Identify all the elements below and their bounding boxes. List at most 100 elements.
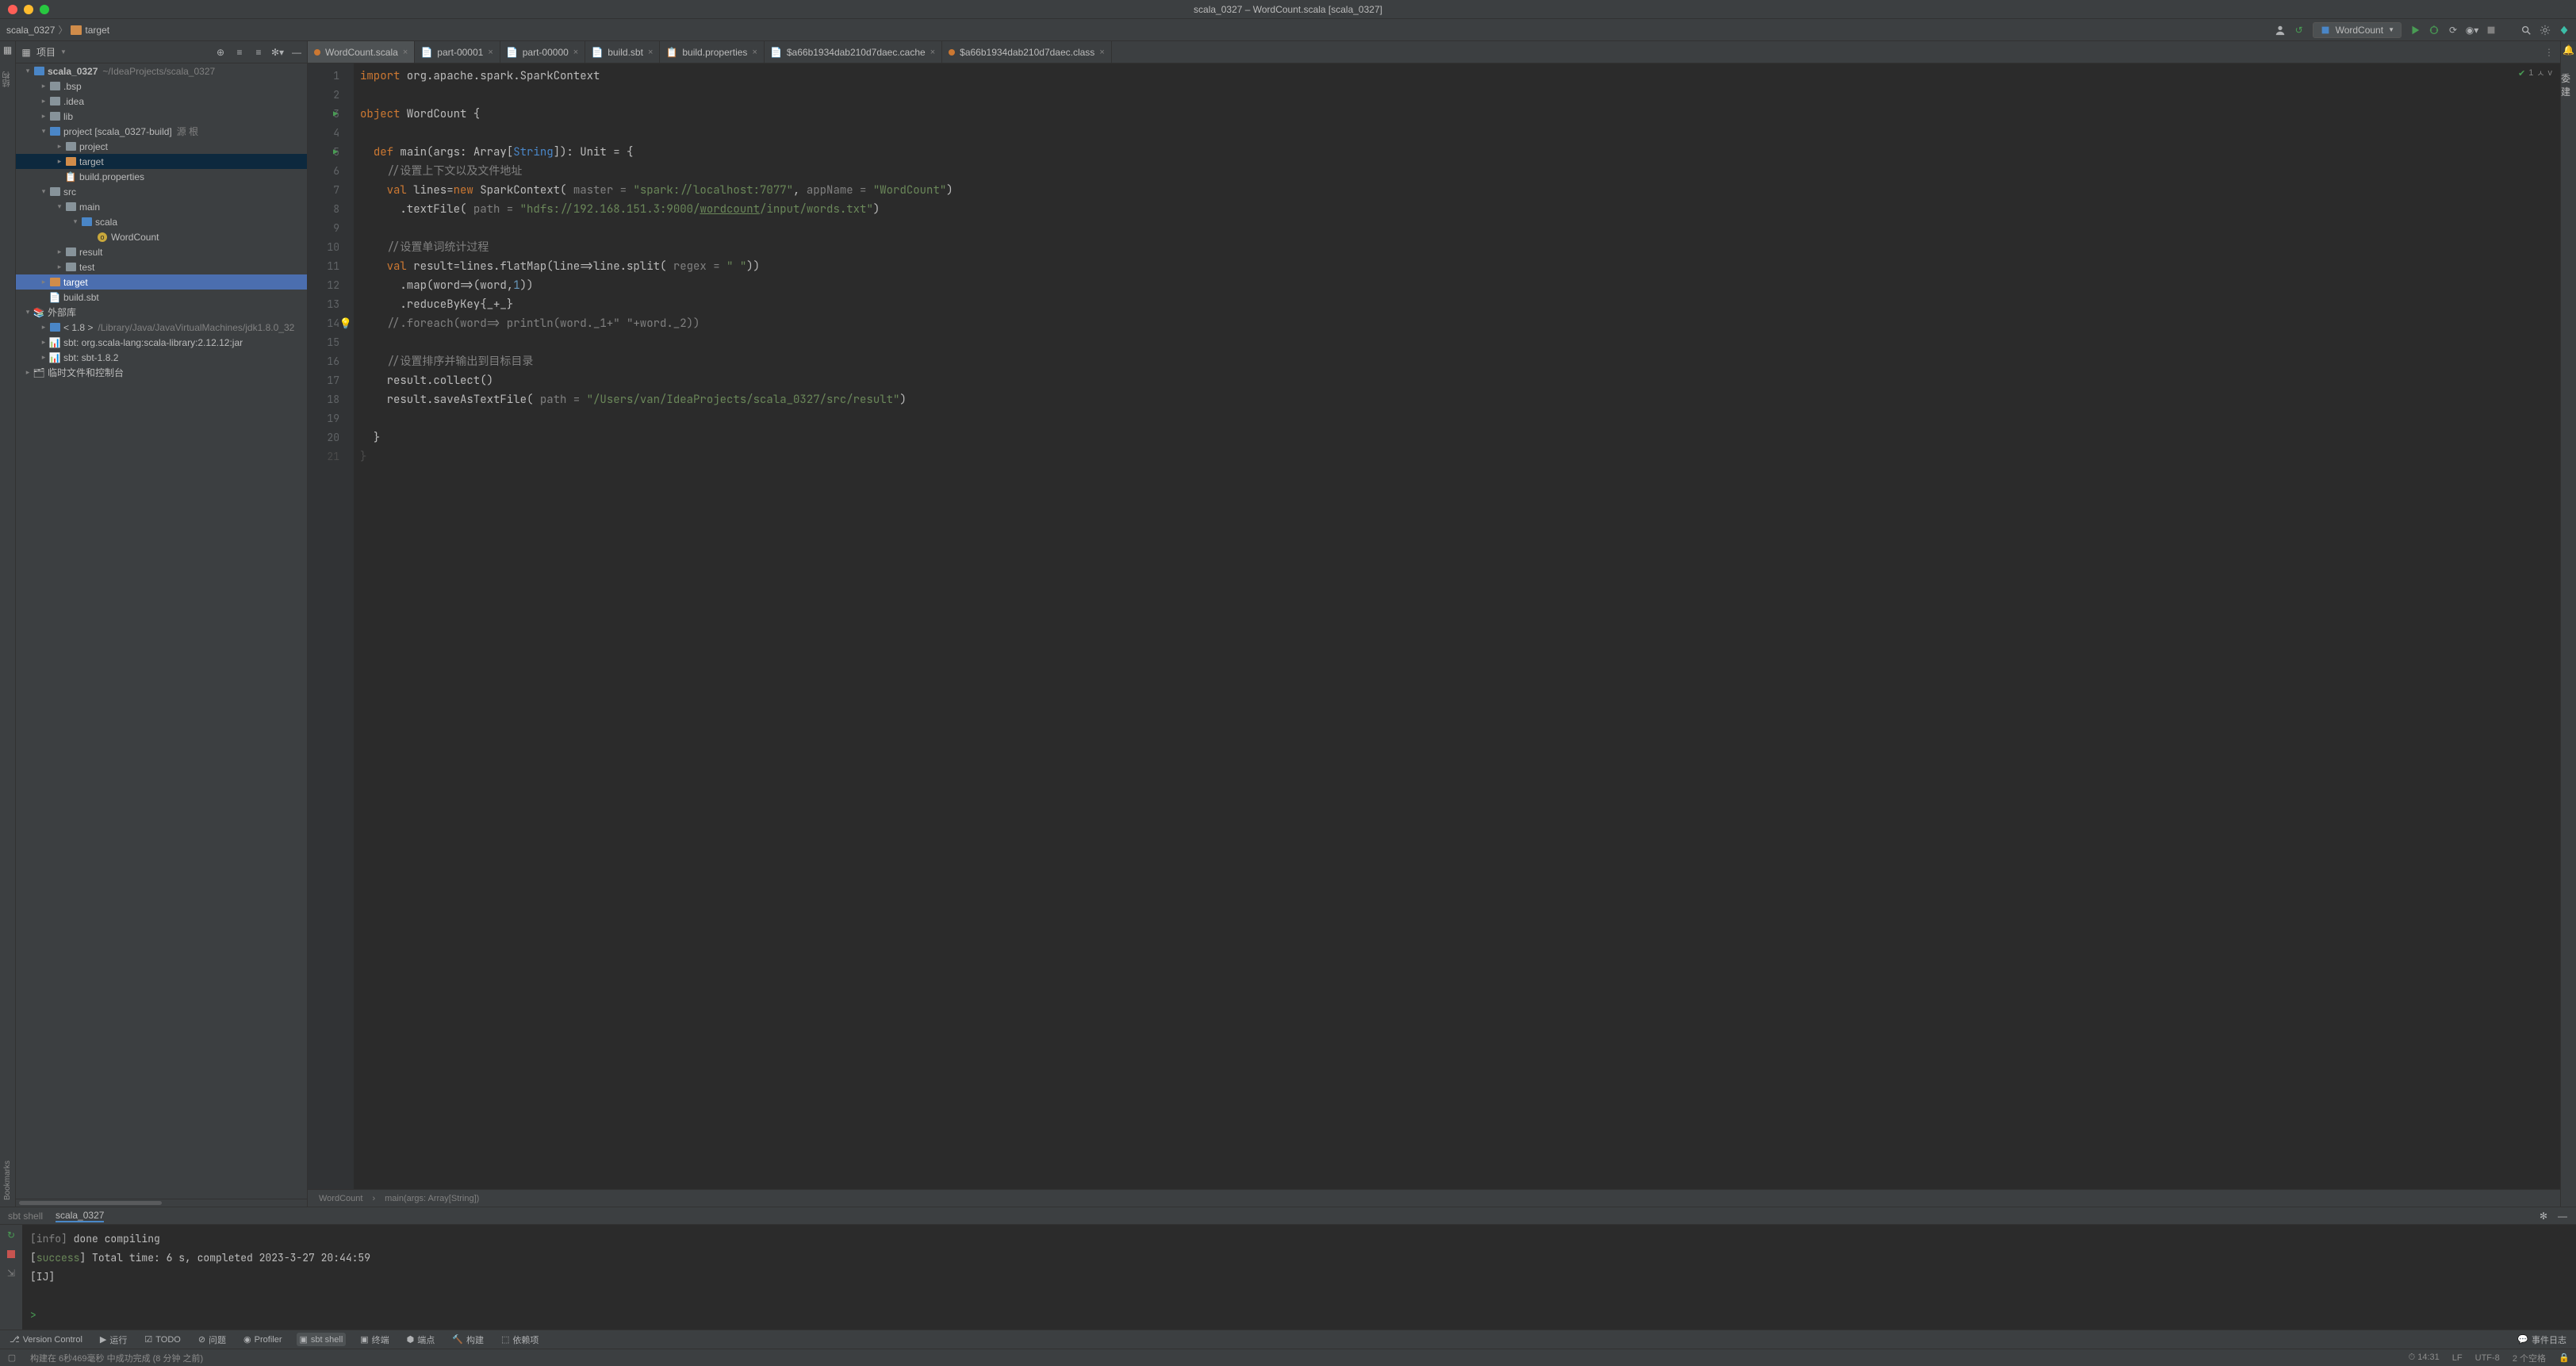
project-stripe-icon[interactable]: ▦	[2, 44, 13, 56]
tree-item-jdk[interactable]: ▸< 1.8 >/Library/Java/JavaVirtualMachine…	[16, 320, 307, 335]
close-icon[interactable]: ×	[648, 48, 653, 57]
eventlog-button[interactable]: 💬事件日志	[2514, 1332, 2570, 1348]
endpoints-button[interactable]: ⬢端点	[404, 1332, 439, 1348]
console-settings-icon[interactable]: ✻	[2538, 1211, 2549, 1222]
tree-item-buildsbt[interactable]: 📄build.sbt	[16, 290, 307, 305]
tree-item-src[interactable]: ▾src	[16, 184, 307, 199]
notifications-icon[interactable]: 🔔	[2563, 44, 2574, 56]
tree-item-lib[interactable]: ▸lib	[16, 109, 307, 124]
crumb-method[interactable]: main(args: Array[String])	[385, 1194, 479, 1203]
expand-all-icon[interactable]: ≡	[234, 47, 245, 58]
tree-item-extlib[interactable]: ▾📚外部库	[16, 305, 307, 320]
tree-item-buildprops[interactable]: 📋build.properties	[16, 169, 307, 184]
chevron-down-icon[interactable]: ▼	[60, 48, 67, 56]
status-encoding[interactable]: UTF-8	[2475, 1353, 2500, 1363]
run-button[interactable]	[2409, 25, 2421, 36]
close-icon[interactable]: ×	[488, 48, 493, 57]
project-tree[interactable]: ▾ scala_0327 ~/IdeaProjects/scala_0327 ▸…	[16, 63, 307, 1199]
close-icon[interactable]: ×	[573, 48, 578, 57]
build-icon[interactable]: ↺	[2294, 25, 2305, 36]
editor-tab-cache[interactable]: 📄$a66b1934dab210d7daec.cache×	[765, 41, 942, 63]
status-indent[interactable]: 2 个空格	[2513, 1352, 2546, 1364]
editor-tab-class[interactable]: $a66b1934dab210d7daec.class×	[942, 41, 1112, 63]
status-icon[interactable]: ▢	[6, 1353, 17, 1364]
close-icon[interactable]: ×	[930, 48, 935, 57]
editor-gutter[interactable]: 12 3▶ 4 5▶ 678910111213 14💡 151617181920…	[308, 63, 354, 1189]
code-editor[interactable]: import org.apache.spark.SparkContext obj…	[354, 63, 2560, 1189]
editor-tab-part0[interactable]: 📄part-00000×	[500, 41, 585, 63]
collapse-all-icon[interactable]: ≡	[253, 47, 264, 58]
tree-item-target-sub[interactable]: ▸target	[16, 154, 307, 169]
editor-tab-buildsbt[interactable]: 📄build.sbt×	[585, 41, 660, 63]
codewithme-icon[interactable]	[2559, 25, 2570, 36]
debug-button[interactable]	[2428, 25, 2440, 36]
close-icon[interactable]: ×	[1099, 48, 1104, 57]
vcs-button[interactable]: ⎇Version Control	[6, 1333, 86, 1346]
tree-item-idea[interactable]: ▸.idea	[16, 94, 307, 109]
todo-button[interactable]: ☑TODO	[141, 1333, 183, 1346]
breadcrumb-item[interactable]: target	[85, 25, 109, 36]
window-maximize-button[interactable]	[40, 5, 49, 14]
search-icon[interactable]	[2520, 25, 2532, 36]
run-gutter-icon[interactable]: ▶	[333, 143, 338, 162]
tree-item-main[interactable]: ▾main	[16, 199, 307, 214]
run-gutter-icon[interactable]: ▶	[333, 105, 338, 124]
crumb-class[interactable]: WordCount	[319, 1194, 362, 1203]
hide-panel-icon[interactable]: —	[291, 47, 302, 58]
run-button-bottom[interactable]: ▶运行	[97, 1332, 130, 1348]
tree-item-sbt2[interactable]: ▸📊sbt: sbt-1.8.2	[16, 350, 307, 365]
status-time[interactable]: ⏱ 14:31	[2409, 1353, 2440, 1363]
settings-icon[interactable]	[2540, 25, 2551, 36]
chevron-up-icon[interactable]: ㅅ	[2536, 67, 2544, 79]
tree-root[interactable]: ▾ scala_0327 ~/IdeaProjects/scala_0327	[16, 63, 307, 79]
profiler-button[interactable]: ◉Profiler	[240, 1333, 285, 1346]
tree-item-sbt1[interactable]: ▸📊sbt: org.scala-lang:scala-library:2.12…	[16, 335, 307, 350]
panel-settings-icon[interactable]: ✻▾	[272, 47, 283, 58]
status-line-separator[interactable]: LF	[2452, 1353, 2463, 1363]
console-tab-sbtshell[interactable]: sbt shell	[8, 1211, 43, 1222]
user-icon[interactable]	[2275, 25, 2286, 36]
tabs-menu-icon[interactable]: ⋮	[2544, 47, 2560, 58]
attach-icon[interactable]: ⇲	[6, 1268, 17, 1279]
rerun-icon[interactable]: ↻	[6, 1230, 17, 1241]
editor-tab-wordcount[interactable]: WordCount.scala×	[308, 41, 415, 63]
lock-icon[interactable]: 🔒	[2559, 1353, 2570, 1364]
tree-item-result[interactable]: ▸result	[16, 244, 307, 259]
editor-tab-part1[interactable]: 📄part-00001×	[415, 41, 500, 63]
console-hide-icon[interactable]: —	[2557, 1211, 2568, 1222]
editor-crumbbar[interactable]: WordCount › main(args: Array[String])	[308, 1189, 2560, 1207]
tree-item-project-sub[interactable]: ▸project	[16, 139, 307, 154]
window-minimize-button[interactable]	[24, 5, 33, 14]
build-button[interactable]: 🔨构建	[449, 1332, 487, 1348]
tree-item-scala[interactable]: ▾scala	[16, 214, 307, 229]
breadcrumb-root[interactable]: scala_0327	[6, 25, 55, 36]
editor-tab-buildprops[interactable]: 📋build.properties×	[660, 41, 765, 63]
terminal-button[interactable]: ▣终端	[357, 1332, 392, 1348]
select-opened-file-icon[interactable]: ⊕	[215, 47, 226, 58]
window-close-button[interactable]	[8, 5, 17, 14]
sbt-stripe-button[interactable]: 委建	[2561, 71, 2576, 98]
project-scrollbar[interactable]	[16, 1199, 307, 1207]
sbtshell-button[interactable]: ▣sbt shell	[297, 1333, 347, 1346]
tree-item-test[interactable]: ▸test	[16, 259, 307, 274]
console-output[interactable]: [info] done compiling [success] Total ti…	[22, 1225, 2576, 1330]
bookmarks-stripe-button[interactable]: Bookmarks	[3, 1161, 12, 1200]
profile-button[interactable]: ◉▾	[2467, 25, 2478, 36]
close-icon[interactable]: ×	[403, 48, 408, 57]
stop-button[interactable]	[2486, 25, 2497, 36]
stop-icon[interactable]	[6, 1249, 17, 1260]
lightbulb-icon[interactable]: 💡	[339, 314, 352, 333]
structure-stripe-button[interactable]: 结构	[2, 71, 13, 87]
tree-item-project[interactable]: ▾project [scala_0327-build]源 根	[16, 124, 307, 139]
console-tab-project[interactable]: scala_0327	[56, 1210, 104, 1222]
tree-item-bsp[interactable]: ▸.bsp	[16, 79, 307, 94]
breadcrumb[interactable]: scala_0327 〉 target	[6, 23, 109, 36]
problems-button[interactable]: ⊘问题	[195, 1332, 229, 1348]
close-icon[interactable]: ×	[752, 48, 757, 57]
dependencies-button[interactable]: ⬚依赖项	[498, 1332, 542, 1348]
tree-item-wordcount[interactable]: oWordCount	[16, 229, 307, 244]
inspection-widget[interactable]: ✔ 1 ㅅ v	[2518, 67, 2552, 79]
tree-item-target[interactable]: ▸target	[16, 274, 307, 290]
tree-item-scratch[interactable]: ▸🗂临时文件和控制台	[16, 365, 307, 380]
run-config-selector[interactable]: WordCount ▼	[2313, 22, 2402, 38]
